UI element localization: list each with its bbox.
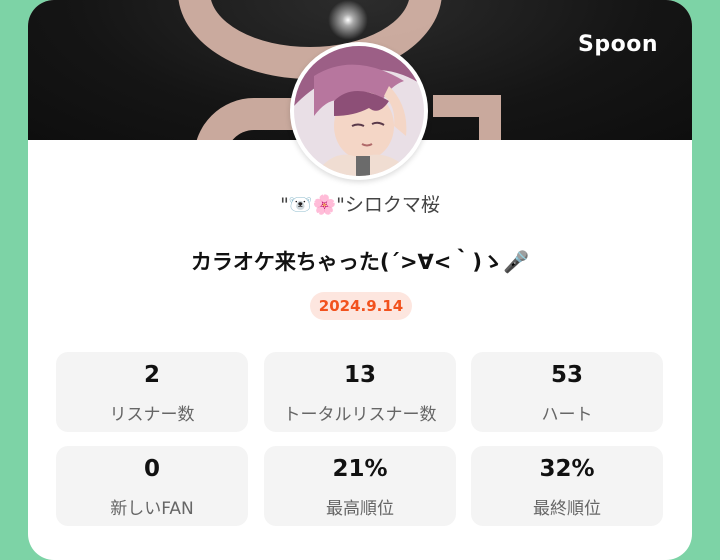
date-badge: 2024.9.14 bbox=[310, 292, 412, 320]
stat-total-listeners: 13 トータルリスナー数 bbox=[264, 352, 456, 432]
stat-listeners: 2 リスナー数 bbox=[56, 352, 248, 432]
brand-logo: Spoon bbox=[578, 32, 658, 57]
stat-highest-rank: 21% 最高順位 bbox=[264, 446, 456, 526]
stat-final-rank: 32% 最終順位 bbox=[471, 446, 663, 526]
stat-hearts: 53 ハート bbox=[471, 352, 663, 432]
stat-label: 最終順位 bbox=[533, 499, 601, 519]
stat-value: 0 bbox=[143, 456, 160, 482]
sparkle-icon bbox=[328, 0, 368, 40]
stat-new-fans: 0 新しいFAN bbox=[56, 446, 248, 526]
avatar[interactable] bbox=[290, 42, 428, 180]
stat-value: 2 bbox=[143, 362, 160, 388]
stat-label: トータルリスナー数 bbox=[283, 405, 437, 425]
stat-value: 32% bbox=[539, 456, 595, 482]
avatar-image bbox=[294, 46, 424, 176]
stats-card: Spoon "🐻‍❄️🌸"シロクマ桜 カラオケ来ちゃった(´>∀<｀)ゝ� bbox=[28, 0, 692, 560]
stat-label: 最高順位 bbox=[326, 499, 394, 519]
stat-value: 53 bbox=[550, 362, 583, 388]
username: "🐻‍❄️🌸"シロクマ桜 bbox=[280, 194, 440, 216]
stat-label: ハート bbox=[541, 405, 593, 425]
stat-label: 新しいFAN bbox=[110, 499, 194, 519]
live-title: カラオケ来ちゃった(´>∀<｀)ゝ🎤 bbox=[190, 250, 530, 274]
cover-decoration bbox=[433, 95, 501, 140]
stat-value: 21% bbox=[332, 456, 388, 482]
stat-label: リスナー数 bbox=[109, 405, 195, 425]
stat-value: 13 bbox=[343, 362, 376, 388]
